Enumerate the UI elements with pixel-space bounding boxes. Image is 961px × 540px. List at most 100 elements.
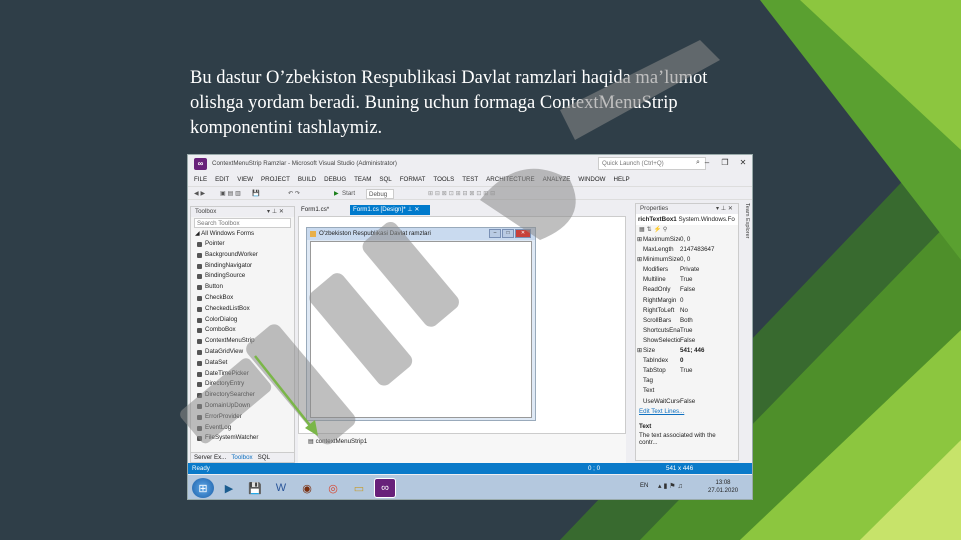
start-icon[interactable]: ▶	[334, 189, 339, 198]
property-value[interactable]: No	[680, 306, 738, 316]
rich-text-box[interactable]	[310, 241, 532, 418]
property-row[interactable]: ShortcutsEnablTrue	[636, 326, 738, 336]
property-value[interactable]	[680, 386, 738, 396]
property-value[interactable]: 0, 0	[680, 235, 738, 245]
toolbox-item[interactable]: DataGridView	[191, 347, 294, 358]
property-row[interactable]: ScrollBars Both	[636, 316, 738, 326]
property-value[interactable]	[680, 376, 738, 386]
undo-icon[interactable]: ↶ ↷	[288, 189, 300, 198]
toolbox-item[interactable]: EventLog	[191, 423, 294, 434]
toolbox-item[interactable]: BackgroundWorker	[191, 250, 294, 261]
menu-item-test[interactable]: TEST	[462, 174, 478, 185]
properties-toolbar[interactable]: ▦ ⇅ ⚡ ⚲	[636, 225, 738, 235]
start-menu-icon[interactable]: ⊞	[192, 478, 214, 498]
selected-object[interactable]: richTextBox1	[638, 216, 677, 223]
property-row[interactable]: ⊞ MinimumSize 0, 0	[636, 255, 738, 265]
maximize-button[interactable]: ❐	[716, 156, 734, 170]
toolbox-item[interactable]: ErrorProvider	[191, 412, 294, 423]
property-value[interactable]: 0	[680, 296, 738, 306]
menu-item-project[interactable]: PROJECT	[261, 174, 290, 185]
menu-item-build[interactable]: BUILD	[298, 174, 316, 185]
menu-item-sql[interactable]: SQL	[379, 174, 391, 185]
property-value[interactable]: True	[680, 326, 738, 336]
expand-icon[interactable]: ⊞	[637, 255, 642, 265]
toolbox-item[interactable]: ContextMenuStrip	[191, 336, 294, 347]
property-row[interactable]: RightMargin 0	[636, 296, 738, 306]
tab-form1-code[interactable]: Form1.cs*	[298, 205, 333, 215]
property-value[interactable]: True	[680, 275, 738, 285]
property-row[interactable]: ShowSelection False	[636, 336, 738, 346]
property-row[interactable]: MaxLength 2147483647	[636, 245, 738, 255]
toolbox-item[interactable]: ColorDialog	[191, 315, 294, 326]
property-value[interactable]: Both	[680, 316, 738, 326]
toolbox-item[interactable]: BindingNavigator	[191, 261, 294, 272]
property-value[interactable]: False	[680, 336, 738, 346]
chrome-icon[interactable]: ◎	[322, 478, 344, 498]
expand-icon[interactable]: ⊞	[637, 235, 642, 245]
floppy-icon[interactable]: 💾	[244, 478, 266, 498]
menu-item-edit[interactable]: EDIT	[215, 174, 229, 185]
menu-item-view[interactable]: VIEW	[237, 174, 253, 185]
toolbox-item[interactable]: DateTimePicker	[191, 369, 294, 380]
menu-item-tools[interactable]: TOOLS	[433, 174, 454, 185]
property-value[interactable]: 2147483647	[680, 245, 738, 255]
close-button[interactable]: ✕	[734, 156, 752, 170]
property-row[interactable]: Modifiers Private	[636, 265, 738, 275]
property-value[interactable]: 0, 0	[680, 255, 738, 265]
toolbox-search-input[interactable]: Search Toolbox	[194, 218, 291, 228]
property-value[interactable]: 0	[680, 356, 738, 366]
property-row[interactable]: ReadOnly False	[636, 285, 738, 295]
property-row[interactable]: TabStop True	[636, 366, 738, 376]
property-row[interactable]: Tag	[636, 376, 738, 386]
property-value[interactable]: 541; 446	[680, 346, 738, 356]
media-player-icon[interactable]: ▶	[218, 478, 240, 498]
toolbox-item[interactable]: BindingSource	[191, 271, 294, 282]
config-select[interactable]: Debug	[366, 189, 395, 199]
property-row[interactable]: ⊞ Size 541; 446	[636, 346, 738, 356]
property-row[interactable]: UseWaitCursorFalse	[636, 397, 738, 407]
property-value[interactable]: True	[680, 366, 738, 376]
tray-icons[interactable]: ▴ ▮ ⚑ ♫	[658, 482, 683, 490]
expand-icon[interactable]: ⊞	[637, 346, 642, 356]
pin-icon[interactable]: ▾ ⊥ ✕	[267, 207, 284, 217]
menu-item-file[interactable]: FILE	[194, 174, 207, 185]
menu-item-debug[interactable]: DEBUG	[324, 174, 346, 185]
toolbox-item[interactable]: DomainUpDown	[191, 401, 294, 412]
property-value[interactable]: False	[680, 397, 738, 407]
property-row[interactable]: TabIndex 0	[636, 356, 738, 366]
minimize-button[interactable]: –	[698, 156, 716, 170]
save-icon[interactable]: 💾	[252, 189, 260, 198]
property-row[interactable]: Text	[636, 386, 738, 396]
property-row[interactable]: Multiline True	[636, 275, 738, 285]
align-icons[interactable]: ⊞ ⊟ ⊠ ⊡ ⊞ ⊟ ⊠ ⊡ ⊞ ⊟	[428, 189, 495, 198]
properties-pin-icon[interactable]: ▾ ⊥ ✕	[716, 204, 733, 214]
toolbox-item[interactable]: ComboBox	[191, 325, 294, 336]
menu-item-help[interactable]: HELP	[614, 174, 630, 185]
toolbox-item[interactable]: DataSet	[191, 358, 294, 369]
menu-item-window[interactable]: WINDOW	[578, 174, 605, 185]
menu-item-team[interactable]: TEAM	[354, 174, 371, 185]
tray-component[interactable]: ▤ contextMenuStrip1	[308, 438, 367, 445]
toolbox-item[interactable]: FileSystemWatcher	[191, 433, 294, 444]
form-window[interactable]: O'zbekiston Respublikasi Davlat ramzlari…	[306, 227, 536, 421]
property-value[interactable]: False	[680, 285, 738, 295]
folder-icon[interactable]: ▭	[348, 478, 370, 498]
property-value[interactable]: Private	[680, 265, 738, 275]
edit-text-lines-link[interactable]: Edit Text Lines...	[636, 407, 738, 417]
toolbox-tab[interactable]: Toolbox	[231, 454, 252, 461]
toolbox-tab[interactable]: Server Ex...	[194, 454, 226, 461]
tab-form1-design[interactable]: Form1.cs [Design]* ⊥ ✕	[350, 205, 430, 215]
new-project-icon[interactable]: ▣ ▤ ▥	[220, 189, 241, 198]
back-icon[interactable]: ◀ ▶	[194, 189, 205, 198]
menu-item-analyze[interactable]: ANALYZE	[543, 174, 571, 185]
menu-item-architecture[interactable]: ARCHITECTURE	[486, 174, 534, 185]
property-row[interactable]: RightToLeft No	[636, 306, 738, 316]
property-row[interactable]: ⊞ MaximumSize 0, 0	[636, 235, 738, 245]
language-indicator[interactable]: EN	[640, 483, 648, 489]
start-button[interactable]: Start	[342, 189, 355, 198]
menu-item-format[interactable]: FORMAT	[400, 174, 426, 185]
toolbox-item[interactable]: DirectoryEntry	[191, 379, 294, 390]
app-icon[interactable]: ◉	[296, 478, 318, 498]
quick-launch-input[interactable]: Quick Launch (Ctrl+Q)	[598, 157, 706, 170]
toolbox-item[interactable]: Pointer	[191, 239, 294, 250]
